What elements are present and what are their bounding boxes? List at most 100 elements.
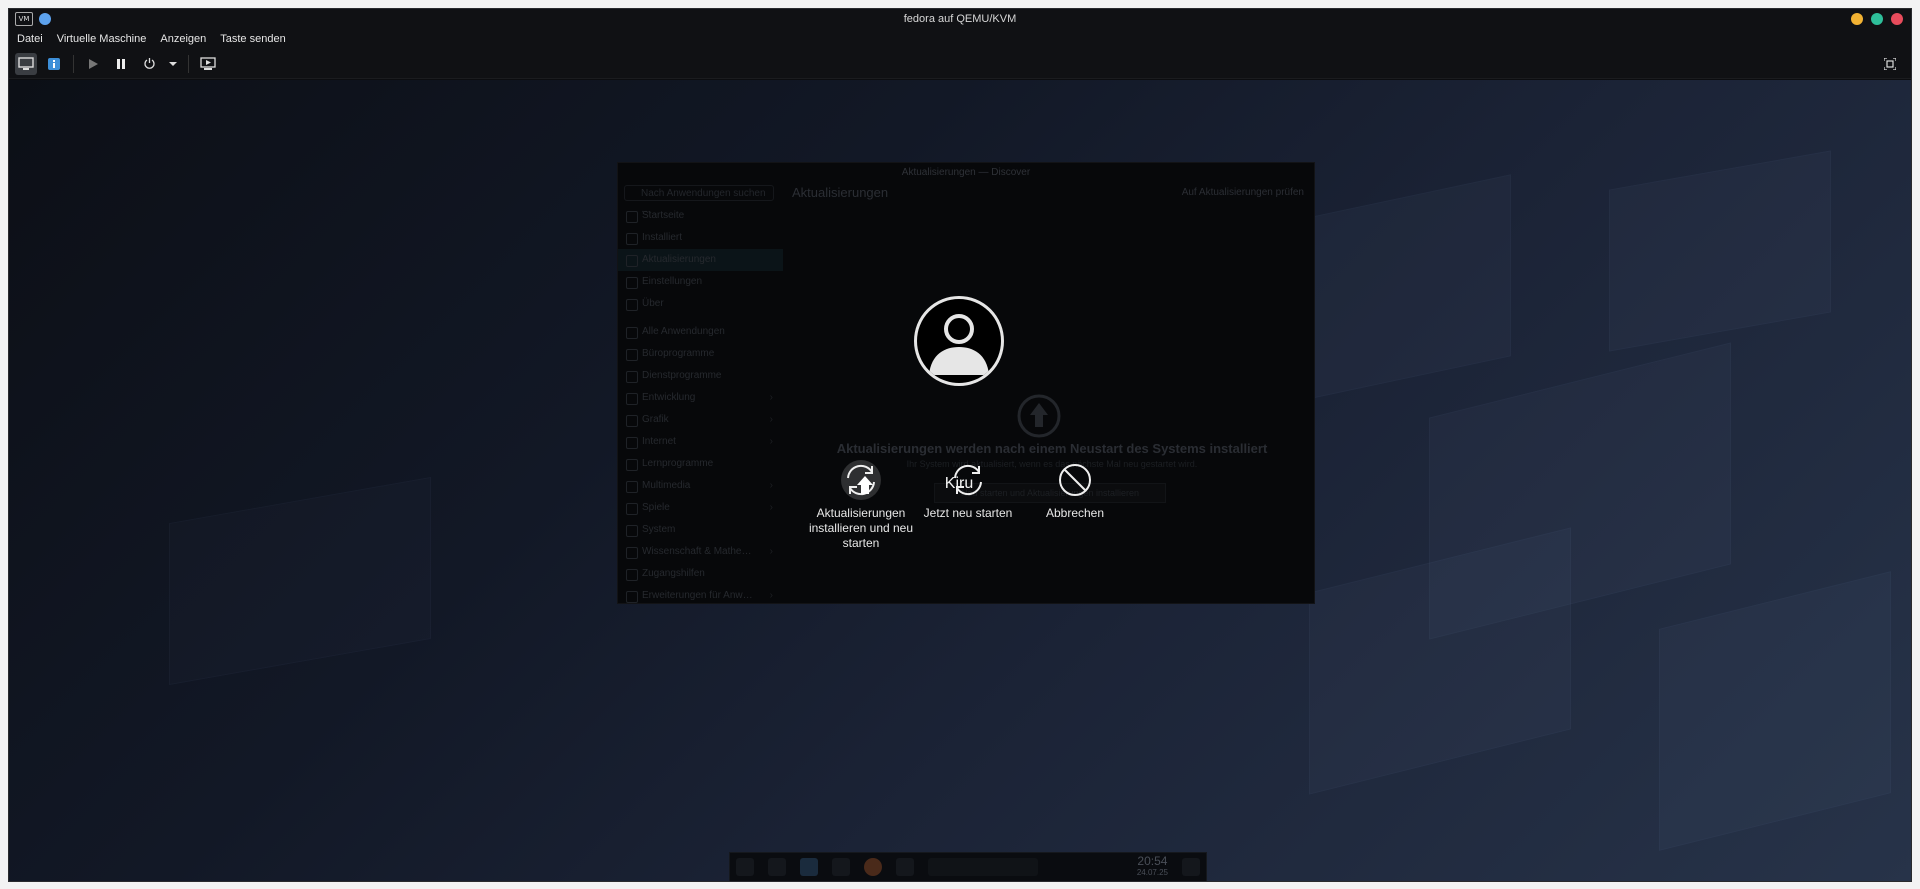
sidebar-item[interactable]: Lernprogramme [618, 453, 783, 475]
sidebar-item-label: System [642, 524, 676, 535]
power-button[interactable] [138, 53, 160, 75]
update-large-icon [1017, 394, 1061, 438]
file-manager-icon[interactable] [832, 858, 850, 876]
sidebar-item[interactable]: Multimedia › [618, 475, 783, 497]
chevron-right-icon: › [769, 392, 773, 403]
discover-task-icon[interactable] [800, 858, 818, 876]
tray-icons[interactable] [928, 858, 1038, 876]
title-bar: VM fedora auf QEMU/KVM [9, 9, 1911, 29]
cancel-icon [1059, 464, 1091, 496]
sidebar-item-label: Aktualisierungen [642, 254, 716, 265]
window-title: fedora auf QEMU/KVM [903, 13, 1017, 25]
restart-icon-wrap [948, 460, 988, 500]
sidebar-item-label: Multimedia [642, 480, 691, 491]
terminal-icon[interactable] [896, 858, 914, 876]
sidebar-item-selected[interactable]: Aktualisierungen [618, 249, 783, 271]
discover-search-input[interactable]: Nach Anwendungen suchen … [624, 185, 774, 215]
user-avatar-icon [929, 314, 989, 375]
cancel-button[interactable]: Abbrechen [1015, 460, 1135, 521]
show-desktop-icon[interactable] [1182, 858, 1200, 876]
system-settings-icon[interactable] [768, 858, 786, 876]
updates-pending-message: Aktualisierungen werden nach einem Neust… [836, 441, 1268, 456]
app-launcher-icon[interactable] [736, 858, 754, 876]
sidebar-item[interactable]: System [618, 519, 783, 541]
chevron-right-icon: › [769, 502, 773, 513]
toolbar-separator [188, 54, 189, 73]
update-restart-icon [847, 464, 875, 496]
sidebar-item[interactable]: Internet › [618, 431, 783, 453]
sidebar-item[interactable]: Grafik › [618, 409, 783, 431]
power-icon [143, 58, 155, 69]
chevron-right-icon: › [769, 436, 773, 447]
restart-now-label: Jetzt neu starten [923, 506, 1013, 520]
guest-display[interactable]: Aktualisierungen — Discover Nach Anwendu… [9, 80, 1911, 881]
maximize-button[interactable] [1871, 13, 1883, 25]
sidebar-item-label: Alle Anwendungen [642, 326, 725, 337]
sidebar-item[interactable]: Entwicklung › [618, 387, 783, 409]
sidebar-item[interactable]: Erweiterungen für Anw… › [618, 585, 783, 607]
sidebar-item[interactable]: Zugangshilfen [618, 563, 783, 585]
sidebar-item-label: Entwicklung [642, 392, 696, 403]
sidebar-item[interactable]: Über [618, 293, 783, 315]
menu-virtuelle-maschine[interactable]: Virtuelle Maschine [57, 33, 147, 45]
install-restart-icon-wrap [841, 460, 881, 500]
sidebar-item[interactable]: Dienstprogramme [618, 365, 783, 387]
menu-anzeigen[interactable]: Anzeigen [160, 33, 206, 45]
clock-time: 20:54 [1137, 854, 1168, 868]
toolbar [9, 49, 1911, 79]
sidebar-item-label: Erweiterungen für Anw… [642, 590, 753, 601]
run-icon [89, 58, 98, 69]
console-button[interactable] [15, 52, 37, 75]
menu-datei[interactable]: Datei [17, 33, 43, 45]
power-dropdown-button[interactable] [166, 53, 180, 75]
sidebar-item[interactable]: Installiert [618, 227, 783, 249]
console-icon [18, 56, 34, 70]
sidebar-item[interactable]: Startseite [618, 205, 783, 227]
sidebar-item-label: Dienstprogramme [642, 370, 722, 381]
sidebar-item[interactable]: Einstellungen [618, 271, 783, 293]
sidebar-item-label: Spiele [642, 502, 670, 513]
run-button[interactable] [82, 53, 104, 75]
sidebar-item[interactable]: Spiele › [618, 497, 783, 519]
restart-now-button[interactable]: Jetzt neu starten [908, 460, 1028, 521]
clock[interactable]: 20:54 24.07.25 [1136, 854, 1168, 878]
minimize-button[interactable] [1851, 13, 1863, 25]
fit-window-icon [1884, 58, 1896, 70]
sidebar-item-label: Wissenschaft & Mathe… [642, 546, 752, 557]
menu-taste-senden[interactable]: Taste senden [220, 33, 285, 45]
plasma-taskbar: 20:54 24.07.25 [729, 852, 1207, 881]
wallpaper-shape [1609, 150, 1831, 352]
sidebar-item-label: Über [642, 298, 664, 309]
pause-icon [117, 58, 125, 69]
chevron-right-icon: › [769, 414, 773, 425]
install-and-restart-button[interactable]: Aktualisierungen installieren und neu st… [801, 460, 921, 551]
clock-date: 24.07.25 [1136, 868, 1168, 877]
cancel-icon-wrap [1055, 460, 1095, 500]
screenshot-button[interactable] [197, 53, 219, 75]
power-dropdown-icon [169, 61, 177, 66]
fullscreen-button[interactable] [1879, 53, 1901, 75]
details-button[interactable] [43, 53, 65, 75]
sidebar-item-label: Startseite [642, 210, 685, 221]
sidebar-item-label: Lernprogramme [642, 458, 714, 469]
chevron-right-icon: › [769, 480, 773, 491]
close-button[interactable] [1891, 13, 1903, 25]
sidebar-item-label: Grafik [642, 414, 669, 425]
firefox-icon[interactable] [864, 858, 882, 876]
toolbar-separator [73, 54, 74, 73]
window-controls [1851, 13, 1903, 25]
sidebar-item-label: Zugangshilfen [642, 568, 705, 579]
pause-button[interactable] [110, 53, 132, 75]
vm-viewer-window: VM fedora auf QEMU/KVM Datei Virtuelle M… [8, 8, 1912, 882]
sidebar-item[interactable]: Alle Anwendungen [618, 321, 783, 343]
sidebar-item[interactable]: Wissenschaft & Mathe… › [618, 541, 783, 563]
discover-window-title: Aktualisierungen — Discover [901, 167, 1031, 178]
restart-icon [954, 464, 982, 496]
sidebar-item-label: Internet [642, 436, 676, 447]
check-updates-button[interactable]: Auf Aktualisierungen prüfen [1182, 187, 1304, 198]
menu-bar: Datei Virtuelle Maschine Anzeigen Taste … [9, 29, 1911, 49]
discover-page-title: Aktualisierungen [792, 185, 889, 200]
sidebar-item[interactable]: Büroprogramme [618, 343, 783, 365]
sidebar-item-label: Büroprogramme [642, 348, 715, 359]
screenshot-icon [200, 56, 216, 70]
